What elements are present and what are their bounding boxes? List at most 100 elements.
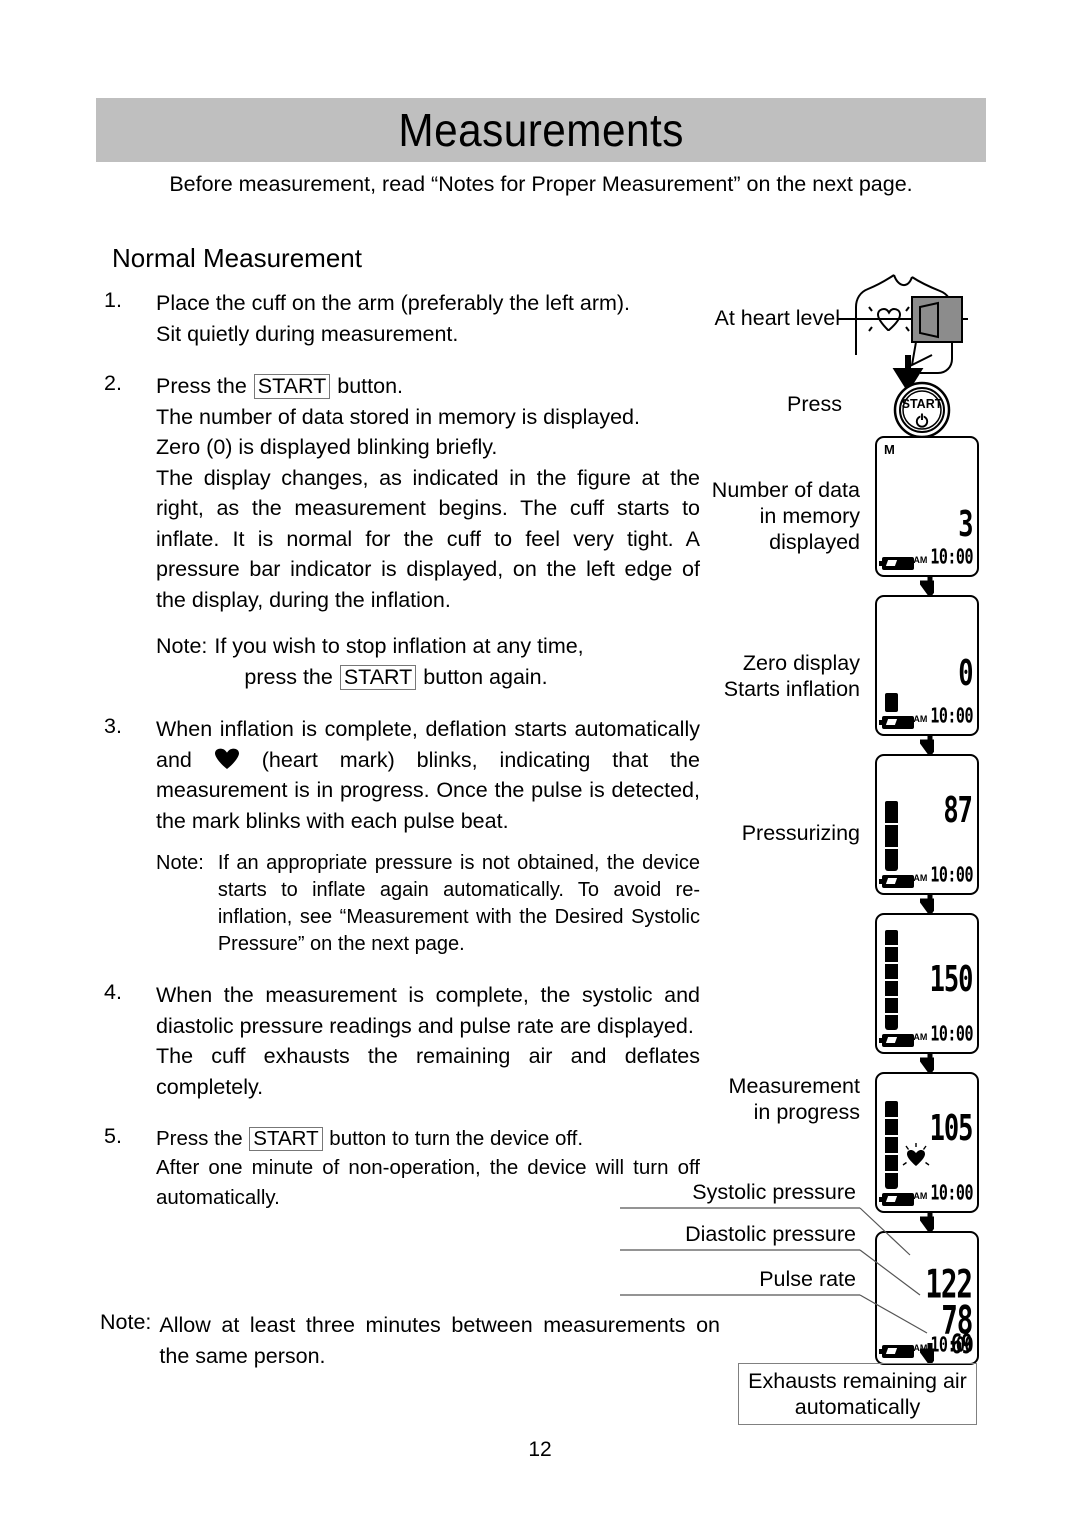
step-3: 3. When inflation is complete, deflation… [100,714,700,958]
flow-arrow-2 [920,734,934,754]
battery-icon [879,1345,914,1358]
step-1-line-2: Sit quietly during measurement. [156,321,459,346]
step-3-number: 3. [104,714,122,739]
step-4-number: 4. [104,980,122,1005]
power-icon [915,413,929,428]
step-5-lead-before: Press the [156,1127,249,1151]
page-title-band: Measurements [96,98,986,162]
battery-icon [879,557,914,570]
flow-arrow-5 [920,1211,934,1231]
lcd-peak-value: 150 [929,958,973,1000]
page-number: 12 [528,1438,552,1461]
lcd-pressurizing: 87 AM 10:00 [875,754,979,895]
step-2-note-before: press the [244,664,339,689]
am-label: AM [913,1191,928,1201]
footnote-label: Note: [100,1310,152,1334]
intro-text: Before measurement, read “Notes for Prop… [169,172,913,196]
section-heading: Normal Measurement [112,243,362,273]
am-label: AM [913,714,928,724]
callout-diastolic-label: Diastolic pressure [685,1222,856,1246]
step-5-lead-after: button to turn the device off. [323,1127,584,1151]
callout-pulse-label: Pulse rate [759,1267,856,1291]
lcd-zero-clock-row: AM 10:00 [913,704,973,728]
battery-icon [879,716,914,729]
step-4: 4. When the measurement is complete, the… [100,980,700,1102]
manual-page: Measurements Before measurement, read “N… [0,0,1080,1527]
label-pressurizing: Pressurizing [741,821,860,845]
start-button-label: START [901,397,943,411]
heart-level-label: At heart level [714,306,840,330]
lcd-progress: 105 AM 10:00 [875,1072,979,1213]
am-label: AM [913,555,928,565]
lcd-zero-clock: 10:00 [930,703,973,728]
lcd-memory-value: 3 [957,503,973,545]
label-zero: Zero display Starts inflation [723,651,860,702]
step-2-line-1: The number of data stored in memory is d… [156,404,640,429]
step-2-lead-before: Press the [156,374,253,399]
label-memory: Number of data in memory displayed [711,478,860,555]
figure-column: At heart level Press START M 3 AM 10:00 … [620,255,1000,1435]
heart-mark-icon [214,748,240,770]
step-5: 5. Press the START button to turn the de… [100,1124,700,1211]
lcd-progress-clock-row: AM 10:00 [913,1181,973,1205]
step-2-line-2: Zero (0) is displayed blinking briefly. [156,435,498,460]
callout-systolic-label: Systolic pressure [692,1180,856,1204]
lcd-peak-clock-row: AM 10:00 [913,1022,973,1046]
step-2-number: 2. [104,371,122,396]
start-key-1[interactable]: START [253,374,331,400]
battery-icon [879,875,914,888]
blinking-heart-icon [902,1143,930,1166]
step-4-line-1: When the measurement is complete, the sy… [156,983,700,1038]
flow-arrow-3 [920,893,934,913]
step-2-note-label: Note: [156,634,208,659]
page-title: Measurements [398,104,684,156]
press-label: Press [787,392,842,416]
step-2-lead: Press the START button. [156,371,700,402]
lcd-pressurizing-value: 87 [943,789,973,831]
callout-systolic: Systolic pressure [620,1180,860,1206]
step-4-line-2: The cuff exhausts the remaining air and … [156,1044,700,1099]
pressure-bar [885,1101,898,1189]
lcd-peak-clock: 10:00 [930,1021,973,1046]
am-label: AM [913,873,928,883]
step-5-lead: Press the START button to turn the devic… [156,1124,700,1153]
step-5-number: 5. [104,1124,122,1149]
start-button[interactable]: START [893,381,951,439]
memory-icon: M [884,442,895,457]
step-2-line-3: The display changes, as indicated in the… [156,465,700,612]
flow-arrow-1 [920,575,934,595]
lcd-pressurizing-clock: 10:00 [930,862,973,887]
step-5-line-1: After one minute of non-operation, the d… [156,1156,700,1209]
step-1-line-1: Place the cuff on the arm (preferably th… [156,291,631,315]
pressure-bar [885,801,898,871]
step-3-note: Note: If an appropriate pressure is not … [156,850,700,958]
pressure-bar [885,930,898,1030]
lcd-memory-clock: 10:00 [930,544,973,569]
flow-arrow-6 [920,1343,934,1363]
callout-diastolic: Diastolic pressure [620,1222,860,1248]
step-3-text: When inflation is complete, deflation st… [156,714,700,836]
step-2-note: Note: If you wish to stop inflation at a… [156,631,700,692]
instructions-column: Normal Measurement 1. Place the cuff on … [100,243,700,1212]
step-3-note-label: Note: [156,852,204,875]
step-2-note-after: button again. [417,664,548,689]
label-in-progress: Measurement in progress [728,1074,860,1125]
lcd-progress-clock: 10:00 [930,1180,973,1205]
step-2-lead-after: button. [331,374,404,399]
step-1: 1. Place the cuff on the arm (preferably… [100,288,700,349]
lcd-zero: 0 AM 10:00 [875,595,979,736]
step-2: 2. Press the START button. The number of… [100,371,700,692]
lcd-result-clock: 10:00 [930,1332,973,1357]
flow-arrow-4 [920,1052,934,1072]
step-1-number: 1. [104,288,122,312]
battery-icon [879,1034,914,1047]
am-label: AM [913,1032,928,1042]
lcd-zero-value: 0 [957,652,973,694]
start-key-3[interactable]: START [249,1127,323,1152]
lcd-memory-clock-row: AM 10:00 [913,545,973,569]
lcd-memory: M 3 AM 10:00 [875,436,979,577]
start-key-2[interactable]: START [339,664,417,690]
callout-pulse: Pulse rate [620,1267,860,1293]
battery-icon [879,1193,914,1206]
lcd-peak: 150 AM 10:00 [875,913,979,1054]
